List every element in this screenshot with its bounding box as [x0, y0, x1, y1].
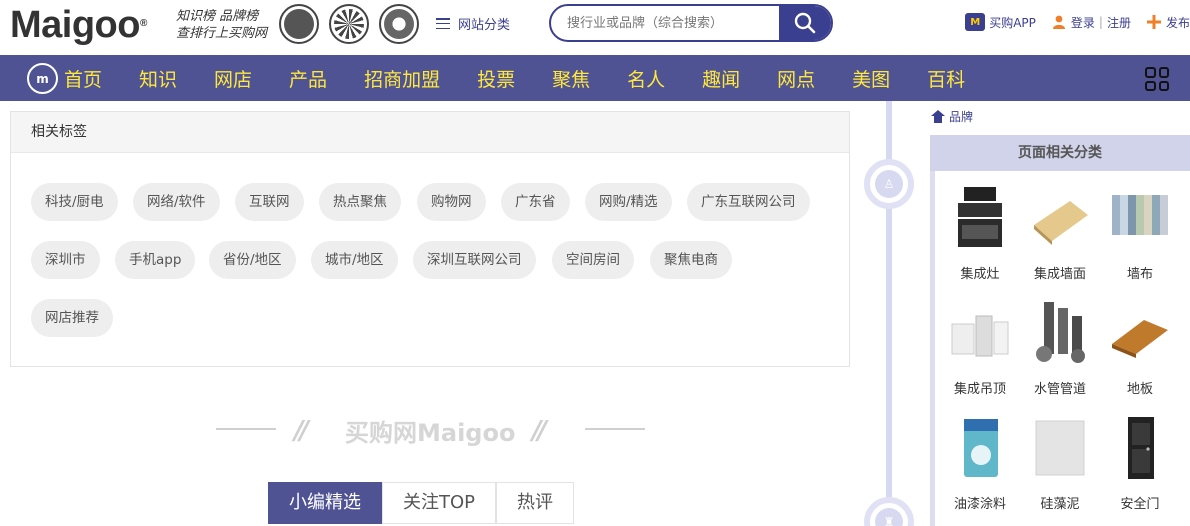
tab-editor-picks[interactable]: 小编精选: [268, 482, 382, 524]
nav-item-products[interactable]: 产品: [289, 65, 327, 92]
list-icon: [436, 18, 450, 29]
tab-hot-comments[interactable]: 热评: [496, 482, 575, 524]
tag[interactable]: 广东互联网公司: [687, 183, 810, 221]
grid-menu-icon[interactable]: [1145, 67, 1169, 91]
nav-item-anecdotes[interactable]: 趣闻: [702, 65, 740, 92]
category-item[interactable]: 硅藻泥: [1020, 401, 1100, 516]
category-grid: 集成灶 集成墙面 墙布 集成吊顶 水管管道 地板 油漆涂料 硅藻泥 安全门: [935, 171, 1190, 526]
diatom-mud-image: [1035, 420, 1085, 476]
app-icon: M: [965, 13, 986, 31]
wallcloth-image: [1112, 195, 1168, 235]
tag[interactable]: 广东省: [501, 183, 570, 221]
tag[interactable]: 省份/地区: [209, 241, 296, 279]
tag[interactable]: 网购/精选: [585, 183, 672, 221]
user-icon: [1052, 15, 1065, 29]
floor-image: [1112, 320, 1168, 358]
main-nav: m 首页 知识 网店 产品 招商加盟 投票 聚焦 名人 趣闻 网点 美图 百科: [0, 55, 1190, 101]
breadcrumb[interactable]: 品牌: [931, 108, 973, 125]
category-item[interactable]: 地板: [1100, 286, 1180, 401]
category-item[interactable]: 油漆涂料: [940, 401, 1020, 516]
divider-line: [216, 428, 276, 430]
side-panel-title: 页面相关分类: [930, 135, 1190, 171]
category-item[interactable]: 集成灶: [940, 171, 1020, 286]
timeline-node-icon: ♜: [864, 497, 914, 526]
category-item[interactable]: 水管管道: [1020, 286, 1100, 401]
ceiling-image: [951, 315, 1009, 357]
tag[interactable]: 网店推荐: [31, 299, 113, 337]
brand-badge-icon[interactable]: [279, 4, 319, 44]
nav-item-wiki[interactable]: 百科: [927, 65, 965, 92]
slash-decoration: //: [294, 416, 309, 446]
pipe-image: [1036, 302, 1085, 363]
tag[interactable]: 热点聚焦: [319, 183, 401, 221]
wall-panel-image: [1034, 201, 1088, 245]
tag[interactable]: 科技/厨电: [31, 183, 118, 221]
slash-decoration: //: [532, 416, 547, 446]
login-link[interactable]: 登录: [1071, 14, 1095, 31]
account-links: 登录 | 注册: [1052, 14, 1131, 31]
divider-line: [585, 428, 645, 430]
register-link[interactable]: 注册: [1107, 14, 1131, 31]
nav-item-home[interactable]: 首页: [64, 65, 102, 92]
security-door-image: [1128, 417, 1154, 479]
top-links: M 买购APP 登录 | 注册 发布: [949, 13, 1190, 31]
nav-item-shops[interactable]: 网店: [214, 65, 252, 92]
timeline-node-icon: ♙: [864, 159, 914, 209]
tag[interactable]: 聚焦电商: [650, 241, 732, 279]
nav-item-celebrities[interactable]: 名人: [627, 65, 665, 92]
search-box: [549, 4, 833, 42]
nav-item-franchise[interactable]: 招商加盟: [364, 65, 440, 92]
category-item[interactable]: 集成吊顶: [940, 286, 1020, 401]
tag[interactable]: 网络/软件: [133, 183, 220, 221]
tag[interactable]: 深圳互联网公司: [413, 241, 536, 279]
related-tags-panel: 相关标签 科技/厨电 网络/软件 互联网 热点聚焦 购物网 广东省 网购/精选 …: [10, 111, 850, 367]
paint-bucket-image: [964, 419, 998, 477]
category-item[interactable]: 集成墙面: [1020, 171, 1100, 286]
stove-image: [958, 187, 1002, 247]
slogan: 知识榜 品牌榜 查排行上买购网: [176, 9, 268, 41]
content-tabs: 小编精选 关注TOP 热评: [268, 482, 575, 524]
search-icon: [794, 12, 816, 34]
tag[interactable]: 深圳市: [31, 241, 100, 279]
nav-item-knowledge[interactable]: 知识: [139, 65, 177, 92]
category-item[interactable]: 安全门: [1100, 401, 1180, 516]
app-download-link[interactable]: M 买购APP: [965, 13, 1036, 31]
search-button[interactable]: [779, 6, 831, 40]
certification-badge-icon[interactable]: [329, 4, 369, 44]
home-icon: [931, 110, 945, 123]
tag[interactable]: 互联网: [235, 183, 304, 221]
site-header: Maigoo® 知识榜 品牌榜 查排行上买购网 网站分类 M 买购APP 登录 …: [0, 0, 1190, 55]
site-logo[interactable]: Maigoo®: [10, 4, 147, 47]
tag[interactable]: 购物网: [417, 183, 486, 221]
category-item[interactable]: 墙布: [1100, 171, 1180, 286]
site-category-link[interactable]: 网站分类: [436, 14, 510, 33]
publish-link[interactable]: 发布: [1146, 14, 1190, 31]
tag[interactable]: 手机app: [115, 241, 196, 279]
tag[interactable]: 城市/地区: [311, 241, 398, 279]
nav-item-outlets[interactable]: 网点: [777, 65, 815, 92]
nav-item-focus[interactable]: 聚焦: [552, 65, 590, 92]
plus-icon: [1146, 15, 1161, 29]
nav-items: 首页 知识 网店 产品 招商加盟 投票 聚焦 名人 趣闻 网点 美图 百科: [64, 55, 1002, 101]
nav-item-gallery[interactable]: 美图: [852, 65, 890, 92]
panel-title: 相关标签: [11, 112, 849, 153]
nav-item-vote[interactable]: 投票: [477, 65, 515, 92]
search-input[interactable]: [551, 6, 779, 40]
brand-watermark: 买购网Maigoo: [345, 419, 516, 447]
related-categories-panel: 页面相关分类 集成灶 集成墙面 墙布 集成吊顶 水管管道 地板 油漆涂料 硅藻泥…: [930, 135, 1190, 526]
tab-top-follow[interactable]: 关注TOP: [382, 482, 497, 524]
seal-badge-icon[interactable]: [379, 4, 419, 44]
nav-logo-icon[interactable]: m: [27, 63, 58, 94]
tag[interactable]: 空间房间: [552, 241, 634, 279]
